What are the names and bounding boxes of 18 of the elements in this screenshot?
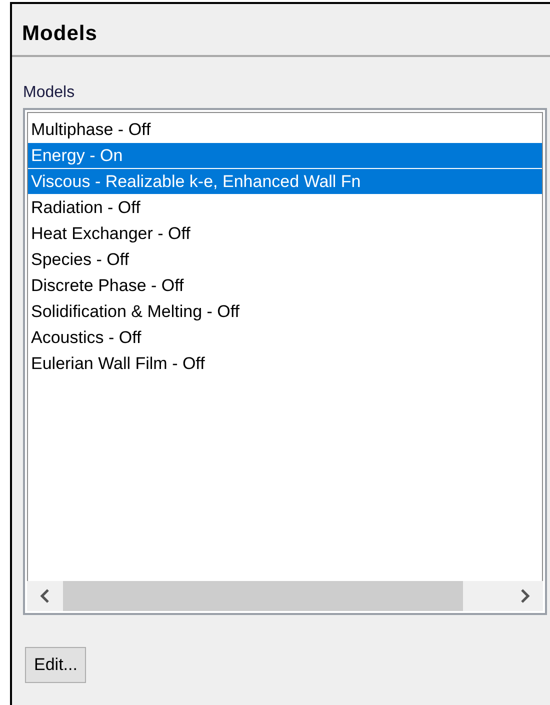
list-item[interactable]: Heat Exchanger - Off bbox=[28, 221, 542, 247]
list-item[interactable]: Discrete Phase - Off bbox=[28, 273, 542, 299]
list-item[interactable]: Acoustics - Off bbox=[28, 325, 542, 351]
list-label: Models bbox=[23, 84, 75, 101]
horizontal-scrollbar[interactable] bbox=[27, 581, 543, 611]
models-list[interactable] bbox=[23, 108, 547, 615]
list-item[interactable]: Viscous - Realizable k-e, Enhanced Wall Fn bbox=[28, 169, 542, 195]
scroll-left-icon[interactable] bbox=[39, 589, 51, 603]
list-item[interactable]: Multiphase - Off bbox=[28, 117, 542, 143]
list-item[interactable]: Energy - On bbox=[28, 143, 542, 169]
list-item[interactable]: Species - Off bbox=[28, 247, 542, 273]
list-item[interactable]: Solidification & Melting - Off bbox=[28, 299, 542, 325]
scroll-right-icon[interactable] bbox=[519, 589, 531, 603]
list-item[interactable]: Radiation - Off bbox=[28, 195, 542, 221]
list-item[interactable]: Eulerian Wall Film - Off bbox=[28, 351, 542, 377]
edit-button[interactable]: Edit... bbox=[25, 647, 86, 683]
panel-title: Models bbox=[22, 20, 98, 46]
scrollbar-thumb[interactable] bbox=[63, 581, 463, 611]
